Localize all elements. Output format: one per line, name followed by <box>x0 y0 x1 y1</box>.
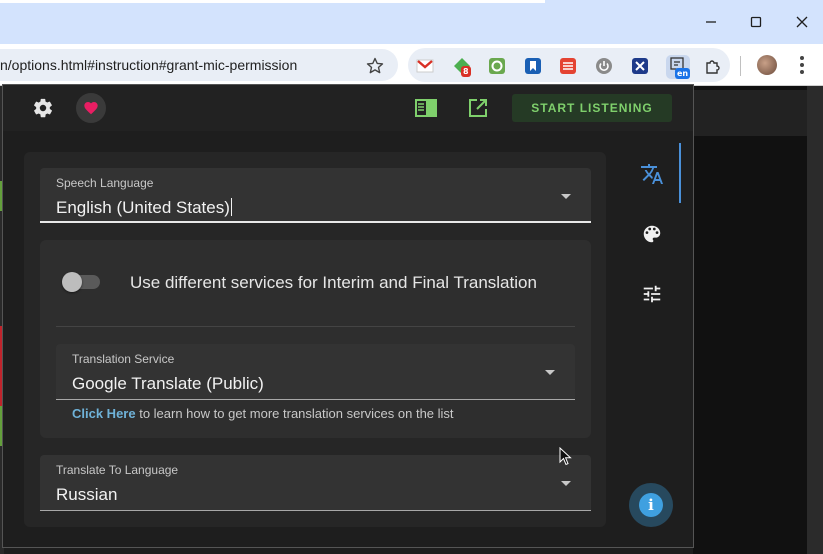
url-text: n/options.html#instruction#grant-mic-per… <box>0 57 298 73</box>
language-badge: en <box>675 68 691 79</box>
field-label: Speech Language <box>56 176 154 190</box>
click-here-link[interactable]: Click Here <box>72 406 136 421</box>
field-value: English (United States) <box>56 198 232 217</box>
toggle-label: Use different services for Interim and F… <box>130 273 537 292</box>
mouse-cursor-icon <box>559 447 572 466</box>
toolbar-divider <box>740 56 741 76</box>
star-icon[interactable] <box>365 56 385 76</box>
chevron-down-icon <box>561 194 571 199</box>
kebab-icon[interactable] <box>797 54 807 76</box>
gear-icon[interactable] <box>31 96 55 120</box>
diamond-extension-icon[interactable]: 8 <box>453 57 471 77</box>
field-label: Translation Service <box>72 352 175 366</box>
maximize-icon[interactable] <box>744 10 768 34</box>
translate-to-language-select[interactable]: Translate To Language Russian <box>40 455 591 511</box>
profile-avatar[interactable] <box>757 55 777 75</box>
palette-icon[interactable] <box>639 221 665 247</box>
close-icon[interactable] <box>790 10 814 34</box>
gmail-extension-icon[interactable] <box>416 57 434 75</box>
tune-icon[interactable] <box>639 281 665 307</box>
bookmark-extension-icon[interactable] <box>524 57 542 75</box>
address-bar[interactable]: n/options.html#instruction#grant-mic-per… <box>0 49 398 81</box>
speech-language-select[interactable]: Speech Language English (United States) <box>40 168 591 223</box>
background-page-right <box>693 86 823 554</box>
translate-icon[interactable] <box>639 161 665 187</box>
divider <box>56 326 575 327</box>
field-value: Russian <box>56 485 118 504</box>
speech-translator-extension-icon[interactable]: en <box>666 55 691 79</box>
chevron-down-icon <box>561 481 571 486</box>
minimize-icon[interactable] <box>699 10 723 34</box>
x-extension-icon[interactable] <box>631 57 649 75</box>
hint-text: Click Here to learn how to get more tran… <box>72 406 454 421</box>
different-services-toggle[interactable] <box>62 272 102 292</box>
start-listening-button[interactable]: START LISTENING <box>512 94 672 122</box>
translation-service-select[interactable]: Translation Service Google Translate (Pu… <box>56 344 575 400</box>
title-bar <box>0 0 823 44</box>
sidebar-icon[interactable] <box>414 97 438 119</box>
translation-settings-panel: Use different services for Interim and F… <box>40 240 591 438</box>
extension-badge: 8 <box>461 66 471 77</box>
active-tab-indicator <box>679 143 681 203</box>
settings-card: Speech Language English (United States) … <box>24 152 606 527</box>
popup-header: START LISTENING <box>3 85 693 131</box>
field-value: Google Translate (Public) <box>72 374 264 393</box>
todoist-extension-icon[interactable] <box>559 57 577 75</box>
chevron-down-icon <box>545 370 555 375</box>
info-icon: i <box>639 493 663 517</box>
field-label: Translate To Language <box>56 463 179 477</box>
browser-toolbar: n/options.html#instruction#grant-mic-per… <box>0 44 823 86</box>
extensions-tray: 8 en <box>408 48 730 82</box>
power-extension-icon[interactable] <box>595 57 613 75</box>
info-button[interactable]: i <box>629 483 673 527</box>
puzzle-icon[interactable] <box>704 57 722 75</box>
heart-icon[interactable] <box>76 93 106 123</box>
tab-strip <box>0 0 545 3</box>
open-external-icon[interactable] <box>466 96 490 120</box>
refresh-extension-icon[interactable] <box>488 57 506 75</box>
extension-popup: START LISTENING Speech Language English … <box>2 84 694 548</box>
